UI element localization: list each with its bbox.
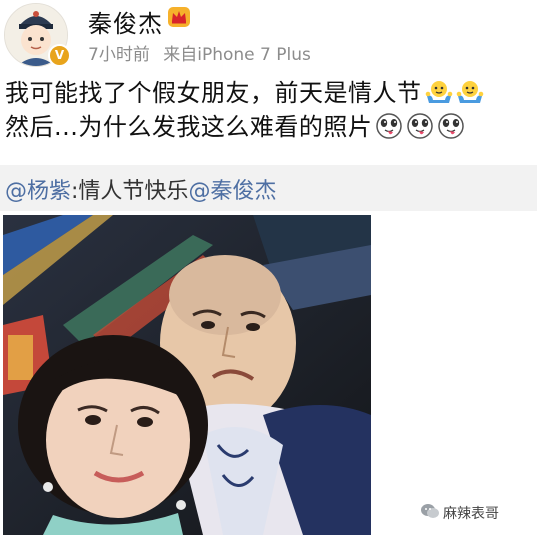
source-prefix: 来自	[163, 45, 198, 65]
username[interactable]: 秦俊杰	[88, 4, 163, 39]
post-line-2: 然后...为什么发我这么难看的照片	[5, 110, 533, 144]
verified-badge: V	[48, 44, 71, 67]
mention-link[interactable]: @杨紫	[5, 179, 71, 204]
vip-crown-icon[interactable]	[167, 6, 191, 28]
post-meta: 7小时前 来自iPhone 7 Plus	[88, 40, 311, 65]
post-time: 7小时前	[88, 45, 150, 65]
selfie-photo	[3, 215, 371, 535]
mention-link[interactable]: @秦俊杰	[188, 179, 276, 204]
shrug-icon	[425, 81, 452, 103]
post-text: 我可能找了个假女朋友，前天是情人节 然后...为什么发我这么难看的照片	[5, 76, 533, 144]
watermark-text: 麻辣表哥	[443, 506, 499, 522]
tongue-face-icon	[407, 113, 434, 139]
tongue-face-icon	[438, 113, 465, 139]
tongue-face-icon	[376, 113, 403, 139]
post-line-2-text: 然后...为什么发我这么难看的照片	[5, 113, 373, 141]
source-device[interactable]: iPhone 7 Plus	[197, 45, 311, 65]
repost-message: :情人节快乐	[71, 179, 189, 204]
post-line-1: 我可能找了个假女朋友，前天是情人节	[5, 76, 533, 110]
repost-text: @杨紫:情人节快乐@秦俊杰	[5, 173, 276, 205]
repost-block[interactable]: @杨紫:情人节快乐@秦俊杰	[0, 165, 537, 211]
shrug-icon	[456, 81, 483, 103]
wechat-icon	[421, 504, 439, 518]
post-line-1-text: 我可能找了个假女朋友，前天是情人节	[5, 79, 422, 107]
post-photo[interactable]	[3, 215, 371, 535]
